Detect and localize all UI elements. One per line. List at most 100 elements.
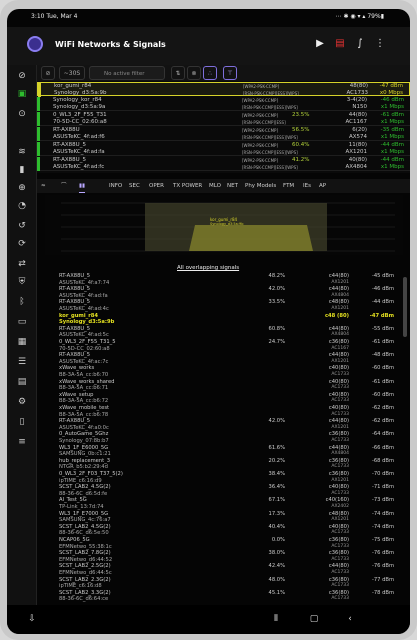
tab-phy-models[interactable]: Phy Models [245, 179, 276, 193]
network-row[interactable]: RT-AX88U_5 ASUSTeKC_4f:ad:fc [WPA2-PSK-CCM… [37, 157, 410, 171]
tab-bars-icon[interactable]: ▮▮ [79, 179, 86, 193]
overlap-mac: ipTIME_c6:16:d9 [59, 477, 102, 484]
recents-icon[interactable]: ⦀ [269, 613, 283, 625]
list-item[interactable]: xWave_works_shared B8-3A-5A_cc:b6:71 c40(8… [59, 379, 394, 392]
list-item[interactable]: SCST_LAB2_4.5G(2) 88-36-6C_d6:5e:50 40.4% c… [59, 524, 394, 537]
overlap-utilization: 48.0% [268, 576, 285, 583]
list-item[interactable]: RT-AX88U_5 ASUSTeKC_4f:ad:4c 33.5% c48(80) A… [59, 299, 394, 312]
list-item[interactable]: 0_WL3_2F_F03_T37_5(2) ipTIME_c6:16:d9 38.4… [59, 471, 394, 484]
wifi-off-icon[interactable]: ⊘ [14, 69, 30, 83]
list-item[interactable]: hub_replacement_3 NTGR_b5:b2:29:4d 20.2% c3… [59, 458, 394, 471]
lock-icon[interactable]: ▣ [14, 87, 30, 101]
tab-collapse-icon[interactable]: ≈ [41, 179, 46, 193]
overlap-standard: AX2402 [331, 503, 349, 509]
signal-color-bar [37, 127, 40, 141]
list-item[interactable]: RT-AX88U_5 ASUSTeKC_4f:ac:7c c44(80) AX1201… [59, 352, 394, 365]
list-item[interactable]: RT-AX88U_5 ASUSTeKC_4f:ad:fa 42.0% c44(80) A… [59, 286, 394, 299]
sort-icon[interactable]: ⇅ [171, 66, 185, 80]
overlap-mac: EFMNetwo_d6:44:52 [59, 556, 113, 563]
overlap-mac: TP-Link_13:7d:74 [59, 503, 104, 510]
play-icon[interactable]: ▶ [313, 37, 327, 51]
tab-sec[interactable]: SEC [129, 179, 140, 193]
list-item[interactable]: 0_WL3_2F_F55_T31_5 70-5D-CC_02:60:a8 24.7%… [59, 339, 394, 352]
tab-mlo[interactable]: MLO [209, 179, 221, 193]
overlap-utilization: 48.2% [268, 273, 285, 279]
overlap-ssid: 0_WL3_2F_F55_T31_5 [59, 339, 116, 345]
filter-off-icon[interactable]: ⊗ [187, 66, 201, 80]
network-row[interactable]: RT-AX88U_5 ASUSTeKC_4f:ad:fa [WPA2-PSK-CCM… [37, 142, 410, 156]
wifi-icon[interactable]: ≋ [14, 145, 30, 159]
overlap-ssid: xWave_mobile_test [59, 405, 110, 411]
signal-color-bar [37, 157, 40, 171]
speedometer-icon[interactable]: ◔ [14, 199, 30, 213]
tab-oper[interactable]: OPER [149, 179, 164, 193]
network-row[interactable]: RT-AX88U ASUSTeKC_4f:ad:f6 [WPA2-PSK-CCMP]… [37, 127, 410, 141]
notes-icon[interactable]: ≡ [14, 435, 30, 449]
grid-icon[interactable]: ▦ [14, 335, 30, 349]
history-icon[interactable]: ↺ [14, 219, 30, 233]
list-item[interactable]: SCST_LAB2_2.3G(2) ipTIME_c6:16:d8 48.0% c36… [59, 577, 394, 590]
scan-toggle-icon[interactable]: ⊘ [41, 66, 55, 80]
download-icon[interactable]: ⇩ [25, 613, 39, 625]
scrollbar[interactable] [403, 277, 407, 337]
tab-ies[interactable]: IEs [303, 179, 311, 193]
tab-ap[interactable]: AP [319, 179, 326, 193]
tab-info[interactable]: INFO [109, 179, 122, 193]
signal-bars-icon[interactable]: ▮ [14, 163, 30, 177]
list-item[interactable]: RT-AX88U_5 ASUSTeKC_4f:ad:5c 60.8% c44(80) A… [59, 326, 394, 339]
network-rssi: -61 dBm x1 Mbps [380, 112, 404, 125]
list-item[interactable]: NCAP06_5G EFMNetwo_55:38:1c 0.0% c36(80) AC1… [59, 537, 394, 550]
table-icon[interactable]: ▤ [14, 375, 30, 389]
list-icon[interactable]: ☰ [14, 355, 30, 369]
list-item[interactable]: SCST_LAB2_4.5G(2) 88-36-6C_d6:5d:fe 36.4% c… [59, 484, 394, 497]
tab-ftm[interactable]: FTM [283, 179, 294, 193]
list-item[interactable]: SCST_LAB2_2.5G(2) EFMNetwo_d6:44:5c 42.4% c… [59, 563, 394, 576]
list-item[interactable]: AI_Test_5G TP-Link_13:7d:74 67.1% c40(160) A… [59, 497, 394, 510]
network-row[interactable]: 0_WL3_2F_F55_T31 70-5D-CC_02:60:a8 [WPA2-P… [37, 112, 410, 126]
overlap-utilization: 38.0% [268, 550, 285, 557]
pin-icon[interactable]: ⊤ [223, 66, 237, 80]
network-row[interactable]: Synology_kor_r84 Synology_d3:5a:9a [WPA2-P… [37, 97, 410, 111]
check-circle-icon[interactable]: ⊙ [14, 107, 30, 121]
antenna-icon[interactable]: ⊕ [14, 181, 30, 195]
list-item[interactable]: 0_AutoGame_5Ghz Synology_07:8b:b7 c36(80) A… [59, 431, 394, 444]
list-item[interactable]: WL3_1F_E6000_5G SAMSUNG_0b:c1:21 61.6% c44(… [59, 445, 394, 458]
shield-icon[interactable]: ⛨ [14, 275, 30, 289]
settings-icon[interactable]: ⚙ [14, 395, 30, 409]
document-icon[interactable]: ▯ [14, 415, 30, 429]
chart-line-icon[interactable]: ∫ [353, 37, 367, 51]
list-item[interactable]: SCST_LAB2_3.3G(2) 88-36-6C_d6:64:ce 45.1% c… [59, 590, 394, 603]
list-item[interactable]: WL3_1F_E7000_5G SAMSUNG_4c:76:a7 17.3% c48(… [59, 511, 394, 524]
tab-channel-icon[interactable]: ⌒ [61, 179, 67, 193]
list-item[interactable]: RT-AX88U_5 ASUSTeKC_4f:a0:0c 42.0% c44(80) A… [59, 418, 394, 431]
refresh-icon[interactable]: ⟳ [14, 237, 30, 251]
list-item[interactable]: xWave_mobile_test B8-3A-5A_cc:b6:78 c40(80… [59, 405, 394, 418]
overlap-ssid: RT-AX88U_5 [59, 286, 91, 293]
list-item[interactable]: xWave_setup B8-3A-5A_cc:b6:72 c40(80) AC173… [59, 392, 394, 405]
tab-tx-power[interactable]: TX POWER [173, 179, 202, 193]
list-item[interactable]: kor_gumi_r84 Synology_d3:5a:9b c48 (80) -47… [59, 313, 394, 326]
overlap-utilization: 42.4% [268, 563, 285, 570]
list-item[interactable]: SCST_LAB2_7.8G(2) EFMNetwo_d6:44:52 38.0% c… [59, 550, 394, 563]
network-channel: 48(80) AC1733 [346, 83, 368, 96]
back-icon[interactable]: ‹ [343, 613, 357, 625]
overlap-mac: ASUSTeKC_4f:ad:fa [59, 292, 108, 299]
overlap-standard: AX1201 [331, 517, 349, 523]
sync-icon[interactable]: ⇄ [14, 257, 30, 271]
home-icon[interactable]: ▢ [307, 613, 321, 625]
list-item[interactable]: xWave_works B8-3A-5A_cc:b6:70 c40(80) AC173… [59, 365, 394, 378]
tab-net[interactable]: NET [227, 179, 238, 193]
network-row[interactable]: kor_gumi_r84 Synology_d3:5a:9b [WPA2-PSK-C… [37, 82, 410, 97]
network-security: [WPA2-PSK-CCMP] [RSN-PSK-CCMP][ESS][WPS] [242, 158, 298, 170]
more-vertical-icon[interactable]: ⋮ [373, 37, 387, 51]
side-navigation: ⊘ ▣ ⊙ ≋ ▮ ⊕ ◔ ↺ ⟳ ⇄ ⛨ ᛒ ▭ ▦ ☰ ▤ ⚙ ▯ ≡ [7, 65, 37, 605]
bluetooth-icon[interactable]: ᛒ [14, 295, 30, 309]
overlap-mac: EFMNetwo_55:38:1c [59, 543, 112, 550]
network-icon[interactable]: ∴ [203, 66, 217, 80]
list-item[interactable]: RT-AX88U_5 ASUSTeKC_4f:a7:74 48.2% c44(80) A… [59, 273, 394, 286]
pdf-icon[interactable]: ▤ [333, 37, 347, 51]
filter-input[interactable]: No active filter [89, 66, 165, 80]
timer-button[interactable]: ~30S [59, 66, 85, 80]
monitor-icon[interactable]: ▭ [14, 315, 30, 329]
overlap-rssi: -46 dBm [371, 286, 394, 293]
